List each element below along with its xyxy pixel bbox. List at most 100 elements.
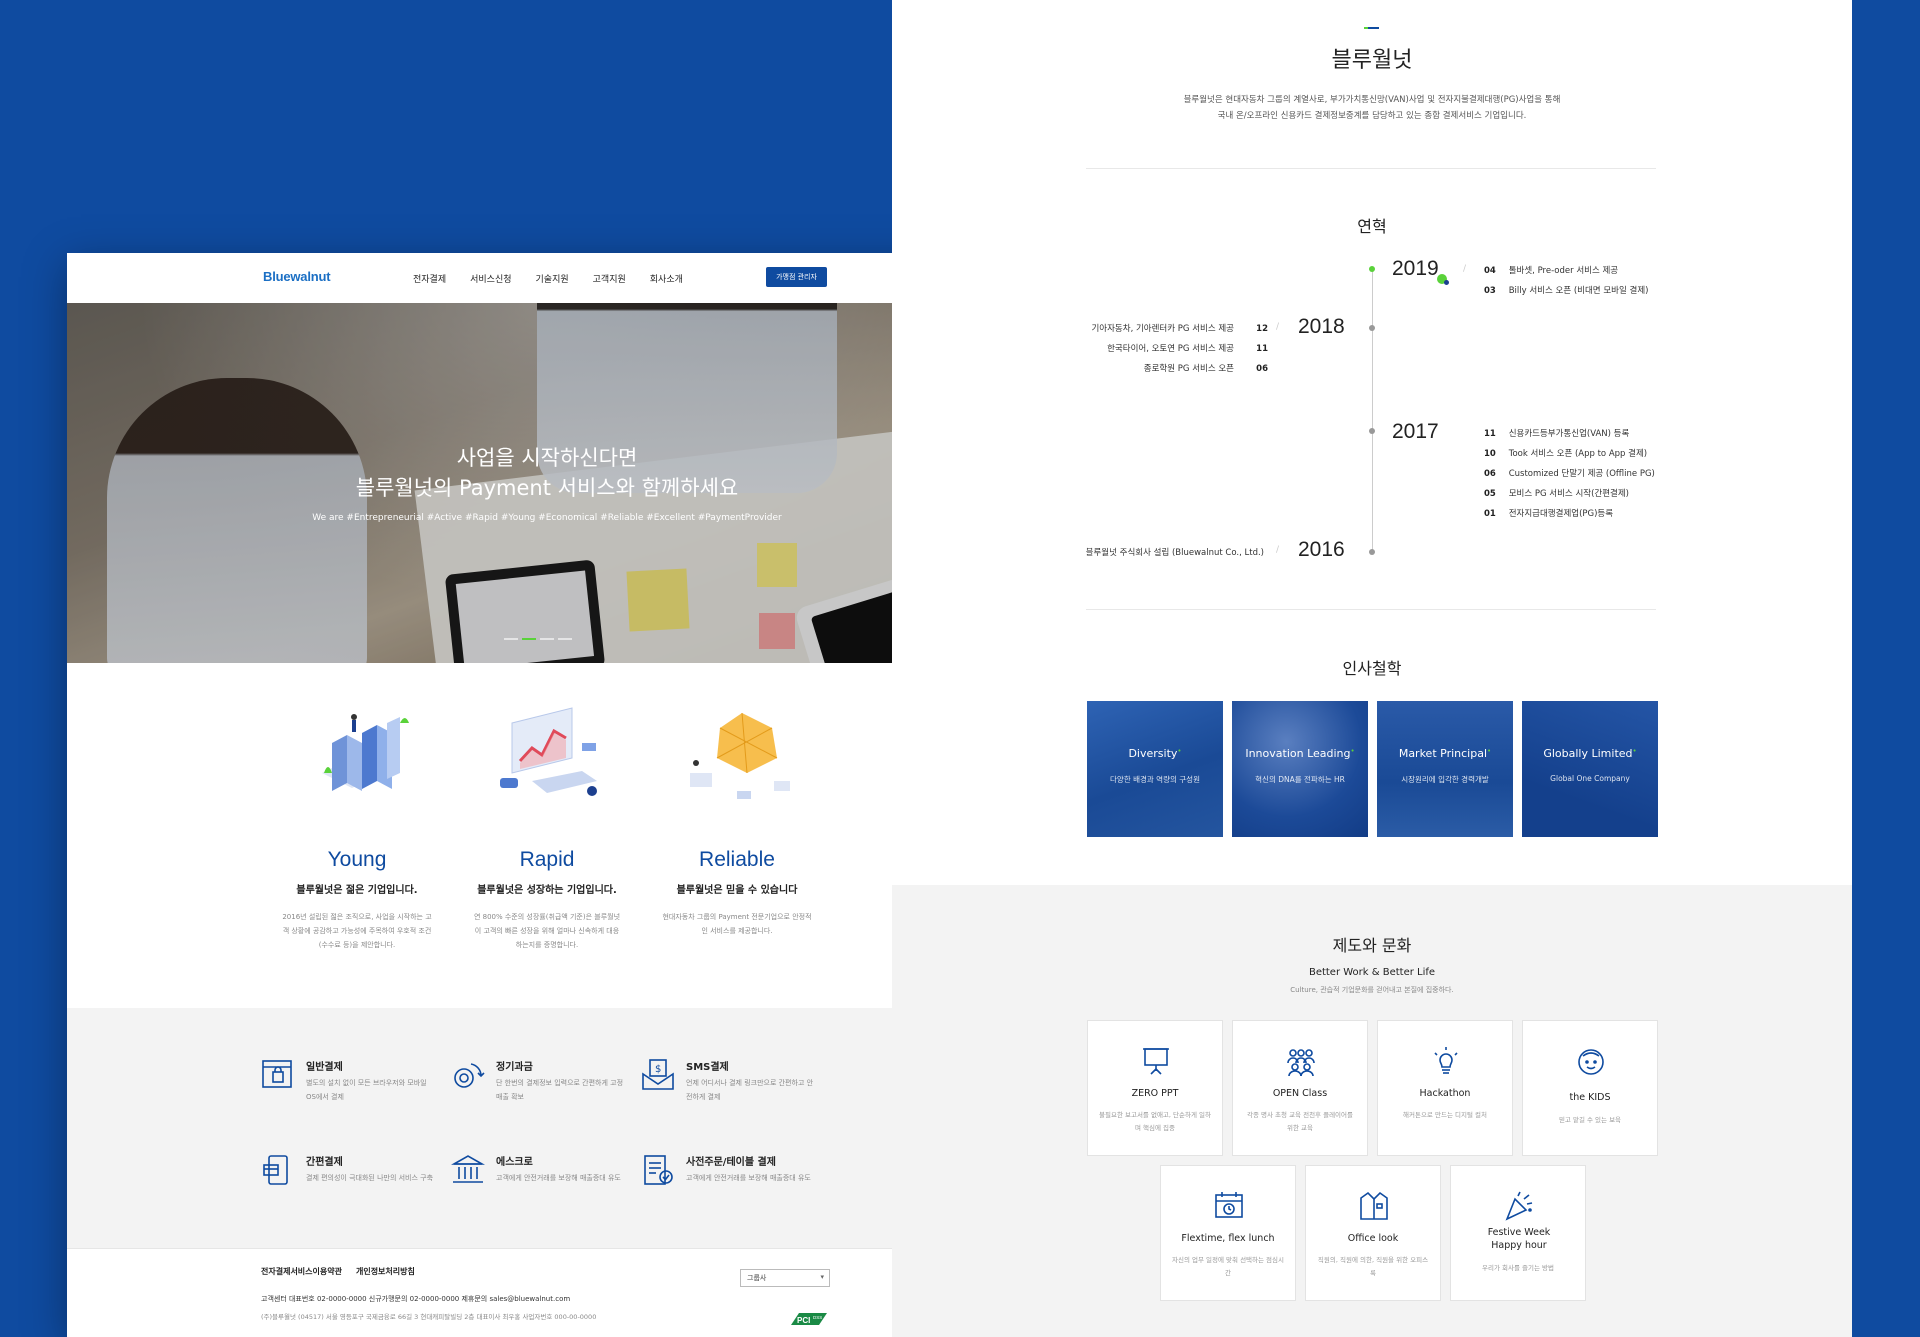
service-general-payment[interactable]: 일반결제 별도의 설치 없이 모든 브라우저와 모바일 OS에서 결제: [261, 1058, 451, 1118]
nav-item-apply[interactable]: 서비스신청: [470, 272, 511, 285]
party-popper-icon: [1505, 1191, 1533, 1221]
culture-section: 제도와 문화 Better Work & Better Life Culture…: [892, 885, 1852, 1337]
footer-links: 전자결제서비스이용약관 개인정보처리방침: [261, 1266, 415, 1277]
presentation-board-icon: [1143, 1048, 1169, 1075]
value-title: Reliable: [699, 848, 775, 871]
group-people-icon: [1287, 1049, 1315, 1077]
timeline-dot: [1369, 549, 1375, 555]
site-header: Bluewalnut 전자결제 서비스신청 기술지원 고객지원 회사소개 가맹점…: [67, 253, 1027, 303]
culture-card-zero-ppt[interactable]: ZERO PPT 불필요한 보고서를 없애고, 단순하게 일하며 핵심에 집중: [1087, 1020, 1223, 1156]
history-event: 블루월넛 주식회사 설립 (Bluewalnut Co., Ltd.): [1085, 548, 1264, 558]
shirt-icon: [1360, 1191, 1388, 1220]
culture-title: 제도와 문화: [1332, 936, 1412, 955]
section-divider: [1086, 609, 1656, 610]
recurring-coin-icon: [454, 1063, 485, 1088]
hero-banner: 사업을 시작하신다면 블루월넛의 Payment 서비스와 함께하세요 We a…: [67, 303, 1027, 663]
nav-item-support[interactable]: 고객지원: [593, 272, 626, 285]
history-event: 종로학원 PG 서비스 오픈 06: [1143, 364, 1268, 374]
service-easy-pay[interactable]: 간편결제 결제 편의성이 극대화된 나만의 서비스 구축: [261, 1153, 451, 1213]
terms-link[interactable]: 전자결제서비스이용약관: [261, 1266, 342, 1277]
history-event: 01 전자지급대행결제업(PG)등록: [1484, 509, 1614, 519]
payment-services: 일반결제 별도의 설치 없이 모든 브라우저와 모바일 OS에서 결제 정기과금…: [67, 1008, 1027, 1248]
culture-description: Culture, 관습적 기업문화를 걷어내고 본질에 집중하다.: [1290, 986, 1454, 994]
history-event: 한국타이어, 오토연 PG 서비스 제공 11: [1107, 344, 1268, 354]
hr-card-market[interactable]: Market Principal• 시장원리에 입각한 경력개발: [1377, 701, 1513, 837]
hero-dot[interactable]: [504, 638, 518, 640]
family-site-select[interactable]: 그룹사: [740, 1269, 830, 1287]
nav-item-about[interactable]: 회사소개: [650, 272, 683, 285]
history-event: 11 신용카드등부가통신업(VAN) 등록: [1484, 429, 1630, 439]
merchant-admin-button[interactable]: 가맹점 관리자: [766, 267, 827, 287]
section-divider: [1086, 168, 1656, 169]
hero-pagination: [504, 638, 572, 640]
page-title: 블루월넛: [1331, 48, 1413, 73]
value-description: 현대자동차 그룹의 Payment 전문기업으로 안정적인 서비스를 제공합니다…: [662, 913, 812, 935]
browser-cart-icon: [262, 1060, 292, 1088]
history-title: 연혁: [1357, 217, 1387, 236]
hr-card-global[interactable]: Globally Limited• Global One Company: [1522, 701, 1658, 837]
year-2017: 2017: [1392, 420, 1439, 443]
culture-card-open-class[interactable]: OPEN Class 각종 명사 초청 교육 전천후 플레이어를 위한 교육: [1232, 1020, 1368, 1156]
calendar-clock-icon: [1215, 1192, 1243, 1218]
footer-address: (주)블루월넛 (04517) 서울 영등포구 국제금융로 66길 3 현대캐피…: [261, 1313, 597, 1321]
hero-headline-1: 사업을 시작하신다면: [456, 446, 638, 470]
bank-escrow-icon: [451, 1155, 485, 1183]
company-intro: 블루월넛은 현대자동차 그룹의 계열사로, 부가가치통신망(VAN)사업 및 전…: [1183, 95, 1561, 121]
bluewalnut-logo[interactable]: Bluewalnut: [263, 269, 331, 284]
hero-dot-active[interactable]: [522, 638, 536, 640]
service-subscription[interactable]: 정기과금 단 한번의 결제정보 입력으로 간편하게 고정 매출 확보: [451, 1058, 641, 1118]
hr-card-diversity[interactable]: Diversity• 다양한 배경과 역량의 구성원: [1087, 701, 1223, 837]
svg-text:$: $: [655, 1064, 661, 1075]
value-subtitle: 블루월넛은 젊은 기업입니다.: [296, 885, 418, 896]
culture-card-office-look[interactable]: Office look 직원의, 직원에 의한, 직원을 위한 오피스룩: [1305, 1165, 1441, 1301]
value-subtitle: 블루월넛은 성장하는 기업입니다.: [477, 885, 617, 896]
history-event: 06 Customized 단말기 제공 (Offline PG): [1484, 469, 1655, 479]
privacy-link[interactable]: 개인정보처리방침: [356, 1266, 415, 1277]
history-event: 03 Billy 서비스 오픈 (비대면 모바일 결제): [1484, 286, 1649, 296]
culture-card-festive-week[interactable]: Festive Week Happy hour 우리가 회사를 즐기는 방법: [1450, 1165, 1586, 1301]
service-escrow[interactable]: 에스크로 고객에게 안전거래를 보장해 매출증대 유도: [451, 1153, 641, 1213]
timeline-dot: [1369, 325, 1375, 331]
year-2019: 2019: [1392, 257, 1439, 280]
service-preorder[interactable]: 사전주문/테이블 결제 고객에게 안전거래를 보장해 매출증대 유도: [641, 1153, 831, 1213]
hr-philosophy-title: 인사철학: [1342, 659, 1402, 678]
year-2018: 2018: [1298, 315, 1345, 338]
value-title: Rapid: [519, 848, 575, 871]
hr-card-innovation[interactable]: Innovation Leading• 혁신의 DNA를 전파하는 HR: [1232, 701, 1368, 837]
culture-card-flextime[interactable]: Flextime, flex lunch 자신의 업무 일정에 맞춰 선택하는 …: [1160, 1165, 1296, 1301]
sms-envelope-icon: $: [642, 1059, 674, 1090]
value-description: 연 800% 수준의 성장률(취급액 기준)은 블루월넛이 고객의 빠른 성장을…: [473, 913, 621, 949]
about-page-mockup: 블루월넛 블루월넛은 현대자동차 그룹의 계열사로, 부가가치통신망(VAN)사…: [892, 0, 1852, 1337]
timeline-axis: [1372, 267, 1373, 552]
main-nav: 전자결제 서비스신청 기술지원 고객지원 회사소개: [413, 272, 707, 285]
main-page-mockup: Bluewalnut 전자결제 서비스신청 기술지원 고객지원 회사소개 가맹점…: [67, 253, 1027, 1337]
culture-subtitle: Better Work & Better Life: [1308, 967, 1436, 978]
nav-item-tech[interactable]: 기술지원: [536, 272, 569, 285]
year-2016: 2016: [1298, 538, 1345, 561]
hero-hashtags: We are #Entrepreneurial #Active #Rapid #…: [312, 513, 782, 523]
history-event: 05 모비스 PG 서비스 시작(간편결제): [1484, 489, 1629, 499]
pci-dss-logo: PCI DSS: [791, 1313, 827, 1325]
timeline-dot: [1369, 428, 1375, 434]
preorder-table-icon: [644, 1155, 673, 1185]
svg-text:PCI: PCI: [797, 1316, 810, 1325]
value-subtitle: 블루월넛은 믿을 수 있습니다: [676, 885, 798, 896]
hero-dot[interactable]: [558, 638, 572, 640]
isometric-chart-illustration: [500, 707, 597, 796]
service-sms-payment[interactable]: $ SMS결제 언제 어디서나 결제 링크만으로 간편하고 안전하게 결제: [641, 1058, 831, 1118]
history-event: 기아자동차, 기아렌터카 PG 서비스 제공 12: [1091, 324, 1268, 334]
timeline-dot: [1369, 266, 1375, 272]
culture-card-hackathon[interactable]: Hackathon 해커톤으로 만드는 디지털 컬처: [1377, 1020, 1513, 1156]
easy-pay-card-icon: [263, 1155, 288, 1185]
kid-face-icon: [1578, 1049, 1604, 1075]
hero-dot[interactable]: [540, 638, 554, 640]
culture-card-kids[interactable]: the KIDS 믿고 맡길 수 있는 보육: [1522, 1020, 1658, 1156]
company-values: Young 블루월넛은 젊은 기업입니다. 2016년 설립된 젊은 조직으로,…: [67, 663, 1027, 1008]
footer-contact: 고객센터 대표번호 02-0000-0000 신규가맹문의 02-0000-00…: [261, 1295, 571, 1303]
history-event: 04 톨바셋, Pre-oder 서비스 제공: [1484, 266, 1619, 276]
lightbulb-icon: [1434, 1047, 1458, 1074]
isometric-network-illustration: [690, 712, 790, 799]
svg-text:DSS: DSS: [813, 1315, 822, 1320]
nav-item-payment[interactable]: 전자결제: [413, 272, 446, 285]
site-footer: 전자결제서비스이용약관 개인정보처리방침 고객센터 대표번호 02-0000-0…: [67, 1248, 1027, 1337]
